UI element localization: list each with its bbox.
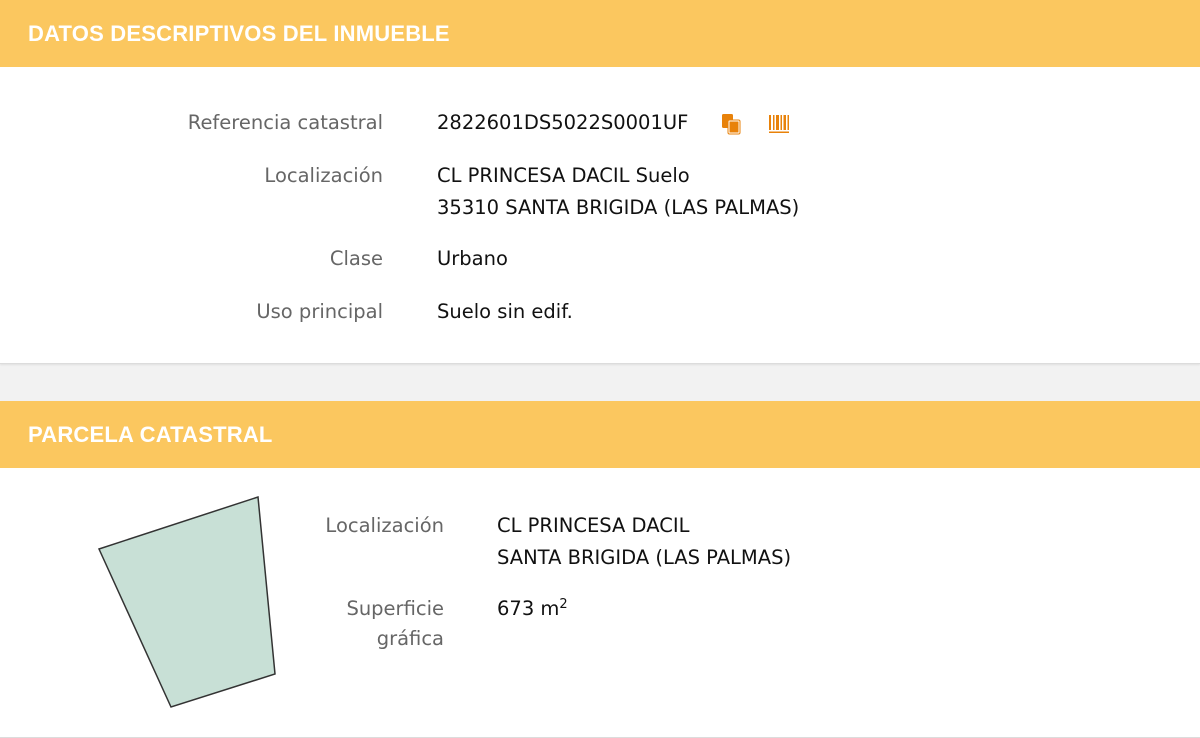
location-value: CL PRINCESA DACIL Suelo 35310 SANTA BRIG… — [437, 160, 799, 224]
cadastral-reference-label: Referencia catastral — [187, 111, 383, 134]
location-line2: 35310 SANTA BRIGIDA (LAS PALMAS) — [437, 196, 800, 219]
graphic-surface-value: 673 m2 — [497, 593, 568, 625]
parcel-location-line2: SANTA BRIGIDA (LAS PALMAS) — [497, 546, 792, 569]
parcel-location-line1: CL PRINCESA DACIL — [497, 514, 690, 537]
cadastral-parcel-panel: PARCELA CATASTRAL Localización CL PRINCE… — [0, 401, 1200, 738]
graphic-surface-label: Superficie gráfica — [346, 594, 444, 654]
parcel-shape-graphic[interactable] — [0, 468, 300, 737]
location-line1: CL PRINCESA DACIL Suelo — [437, 164, 690, 187]
property-data-header: DATOS DESCRIPTIVOS DEL INMUEBLE — [0, 0, 1200, 67]
main-use-value: Suelo sin edif. — [437, 300, 573, 323]
parcel-location-label: Localización — [325, 514, 444, 537]
main-use-label: Uso principal — [256, 300, 383, 323]
cadastral-reference-text: 2822601DS5022S0001UF — [437, 111, 689, 134]
graphic-surface-label-line2: gráfica — [376, 627, 444, 650]
barcode-icon[interactable] — [768, 113, 792, 139]
graphic-surface-unit-exponent: 2 — [559, 597, 568, 612]
property-data-title: DATOS DESCRIPTIVOS DEL INMUEBLE — [28, 20, 450, 46]
graphic-surface-number: 673 m — [497, 597, 560, 620]
cadastral-parcel-title: PARCELA CATASTRAL — [28, 421, 273, 447]
cadastral-parcel-header: PARCELA CATASTRAL — [0, 401, 1200, 468]
copy-icon[interactable] — [720, 113, 742, 139]
class-value: Urbano — [437, 247, 508, 270]
parcel-polygon — [97, 495, 276, 708]
graphic-surface-label-line1: Superficie — [346, 597, 444, 620]
location-label: Localización — [264, 164, 383, 187]
property-data-panel: DATOS DESCRIPTIVOS DEL INMUEBLE Referenc… — [0, 0, 1200, 364]
class-label: Clase — [329, 247, 383, 270]
parcel-location-value: CL PRINCESA DACIL SANTA BRIGIDA (LAS PAL… — [497, 510, 791, 574]
cadastral-reference-value: 2822601DS5022S0001UF — [437, 107, 688, 139]
